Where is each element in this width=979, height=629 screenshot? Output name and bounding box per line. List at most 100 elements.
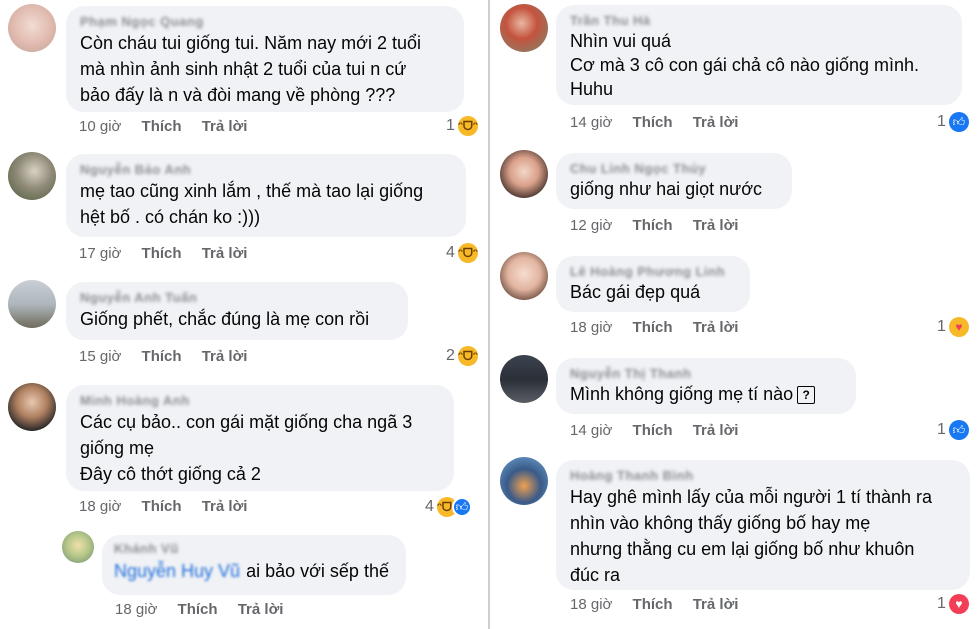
comment-time[interactable]: 15 giờ	[79, 348, 121, 365]
comment-actions: 14 giờ Thích Trả lời	[570, 114, 754, 131]
author-name[interactable]: Nguyễn Thị Thanh	[570, 366, 842, 382]
reply-button[interactable]: Trả lời	[202, 245, 248, 262]
reaction-count: 1	[937, 113, 946, 130]
comment-actions: 12 giờ Thích Trả lời	[570, 217, 754, 234]
reaction-summary[interactable]: 1 ♥	[937, 594, 969, 614]
author-name[interactable]: Minh Hoàng Anh	[80, 393, 440, 409]
love-icon: ♥	[948, 594, 969, 614]
comment-text-line: Nguyễn Huy Vũ ai bảo với sếp thế	[114, 557, 394, 585]
author-name[interactable]: Nguyễn Anh Tuấn	[80, 290, 394, 306]
author-name[interactable]: Chu Linh Ngọc Thủy	[570, 161, 778, 177]
avatar[interactable]	[8, 4, 56, 52]
like-icon: 👍︎	[948, 420, 969, 440]
comment-text: Giống phết, chắc đúng là mẹ con rồi	[80, 309, 370, 329]
like-button[interactable]: Thích	[178, 601, 218, 618]
reaction-summary[interactable]: 1 ♥	[937, 317, 969, 337]
avatar[interactable]	[500, 355, 548, 403]
comment-time[interactable]: 18 giờ	[115, 601, 157, 618]
reply-button[interactable]: Trả lời	[238, 601, 284, 618]
reply-button[interactable]: Trả lời	[202, 118, 248, 135]
comment-time[interactable]: 14 giờ	[570, 422, 612, 439]
avatar[interactable]	[8, 152, 56, 200]
like-button[interactable]: Thích	[633, 217, 673, 234]
comment-time[interactable]: 10 giờ	[79, 118, 121, 135]
avatar[interactable]	[8, 383, 56, 431]
reaction-count: 1	[446, 117, 455, 134]
like-icon: 👍︎	[451, 497, 472, 517]
like-button[interactable]: Thích	[633, 422, 673, 439]
comment-text: Còn cháu tui giống tui. Năm nay mới 2 tu…	[80, 33, 421, 105]
author-name[interactable]: Phạm Ngọc Quang	[80, 14, 450, 30]
reaction-count: 2	[446, 347, 455, 364]
avatar[interactable]	[500, 252, 548, 300]
comment-text: Hay ghê mình lấy của mỗi người 1 tí thàn…	[570, 487, 933, 585]
comment-time[interactable]: 18 giờ	[570, 596, 612, 613]
comment-actions: 18 giờ Thích Trả lời	[79, 498, 263, 515]
reply-button[interactable]: Trả lời	[693, 319, 739, 336]
like-button[interactable]: Thích	[142, 118, 182, 135]
mention-link[interactable]: Nguyễn Huy Vũ	[114, 561, 240, 581]
reaction-summary[interactable]: 2 ᵔᗜᵔ	[446, 346, 478, 366]
reaction-summary[interactable]: 1 👍︎	[937, 112, 969, 132]
comment-text: giống như hai giọt nước	[570, 179, 763, 199]
column-divider	[488, 0, 490, 629]
reply-button[interactable]: Trả lời	[693, 217, 739, 234]
comment-time[interactable]: 12 giờ	[570, 217, 612, 234]
unknown-emoji-icon: ?	[797, 386, 816, 405]
reaction-summary[interactable]: 1 👍︎	[937, 420, 969, 440]
comment-bubble: Phạm Ngọc Quang Còn cháu tui giống tui. …	[66, 6, 464, 112]
comment-time[interactable]: 18 giờ	[79, 498, 121, 515]
haha-icon: ᵔᗜᵔ	[457, 116, 478, 136]
comment-bubble: Nguyễn Thị Thanh Mình không giống mẹ tí …	[556, 358, 856, 414]
reaction-summary[interactable]: 4 ᵔᗜᵔ 👍︎	[425, 497, 472, 517]
author-name[interactable]: Trần Thu Hà	[570, 13, 948, 29]
comment-bubble: Chu Linh Ngọc Thủy giống như hai giọt nư…	[556, 153, 792, 209]
reaction-count: 1	[937, 318, 946, 335]
comment-time[interactable]: 18 giờ	[570, 319, 612, 336]
comment-actions: 18 giờ Thích Trả lời	[115, 601, 299, 618]
comment-bubble: Minh Hoàng Anh Các cụ bảo.. con gái mặt …	[66, 385, 454, 491]
comment-time[interactable]: 14 giờ	[570, 114, 612, 131]
comment-bubble: Trần Thu Hà Nhìn vui quá Cơ mà 3 cô con …	[556, 5, 962, 105]
comment-text: Bác gái đẹp quá	[570, 282, 701, 302]
like-button[interactable]: Thích	[142, 245, 182, 262]
comment-text: Nhìn vui quá Cơ mà 3 cô con gái chả cô n…	[570, 31, 920, 99]
like-button[interactable]: Thích	[142, 348, 182, 365]
reply-button[interactable]: Trả lời	[693, 596, 739, 613]
reply-button[interactable]: Trả lời	[202, 348, 248, 365]
comment-text: mẹ tao cũng xinh lắm , thế mà tao lại gi…	[80, 181, 424, 227]
author-name[interactable]: Khánh Vũ	[114, 541, 394, 557]
avatar[interactable]	[500, 150, 548, 198]
like-button[interactable]: Thích	[633, 114, 673, 131]
comment-bubble: Nguyễn Bảo Anh mẹ tao cũng xinh lắm , th…	[66, 154, 466, 237]
comment-time[interactable]: 17 giờ	[79, 245, 121, 262]
comment-actions: 15 giờ Thích Trả lời	[79, 348, 263, 365]
author-name[interactable]: Lê Hoàng Phương Linh	[570, 264, 736, 280]
comment-actions: 10 giờ Thích Trả lời	[79, 118, 263, 135]
avatar[interactable]	[8, 280, 56, 328]
reaction-summary[interactable]: 1 ᵔᗜᵔ	[446, 116, 478, 136]
like-button[interactable]: Thích	[142, 498, 182, 515]
avatar[interactable]	[500, 457, 548, 505]
comment-actions: 14 giờ Thích Trả lời	[570, 422, 754, 439]
comment-actions: 17 giờ Thích Trả lời	[79, 245, 263, 262]
comment-text-line: Mình không giống mẹ tí nào?	[570, 382, 842, 406]
comment-bubble: Nguyễn Anh Tuấn Giống phết, chắc đúng là…	[66, 282, 408, 340]
avatar[interactable]	[62, 531, 94, 563]
comment-bubble: Hoàng Thanh Bình Hay ghê mình lấy của mỗ…	[556, 460, 970, 590]
like-button[interactable]: Thích	[633, 319, 673, 336]
care-icon: ♥	[948, 317, 969, 337]
like-button[interactable]: Thích	[633, 596, 673, 613]
author-name[interactable]: Hoàng Thanh Bình	[570, 468, 956, 484]
reply-button[interactable]: Trả lời	[202, 498, 248, 515]
reply-button[interactable]: Trả lời	[693, 114, 739, 131]
comment-actions: 18 giờ Thích Trả lời	[570, 596, 754, 613]
comment-text: Mình không giống mẹ tí nào	[570, 384, 794, 404]
reply-button[interactable]: Trả lời	[693, 422, 739, 439]
haha-icon: ᵔᗜᵔ	[457, 243, 478, 263]
comment-bubble: Khánh Vũ Nguyễn Huy Vũ ai bảo với sếp thế	[102, 535, 406, 595]
reaction-summary[interactable]: 4 ᵔᗜᵔ	[446, 243, 478, 263]
avatar[interactable]	[500, 4, 548, 52]
author-name[interactable]: Nguyễn Bảo Anh	[80, 162, 452, 178]
comment-text: ai bảo với sếp thế	[246, 561, 389, 581]
